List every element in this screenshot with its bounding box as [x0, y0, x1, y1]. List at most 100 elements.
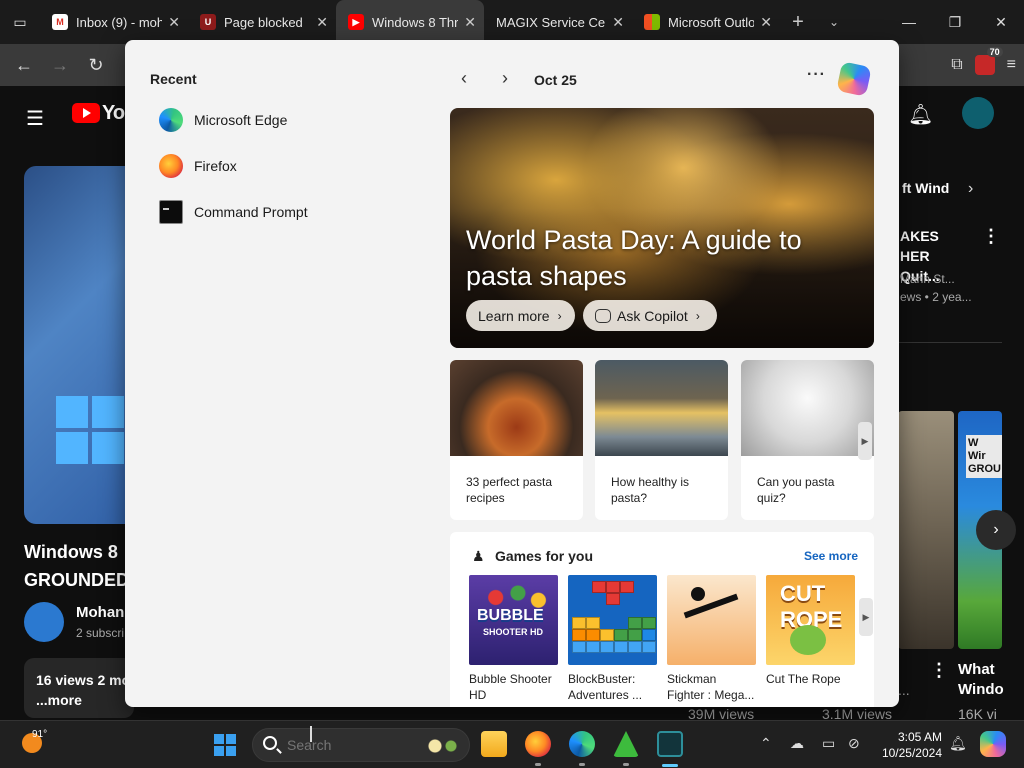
thumbnail-text: W Wir GROU	[966, 435, 1002, 478]
new-tab-button[interactable]: +	[780, 11, 816, 34]
reload-icon[interactable]: ↻	[78, 55, 114, 76]
running-indicator	[535, 763, 541, 766]
copilot-icon[interactable]	[980, 731, 1006, 757]
edge-icon[interactable]	[569, 731, 595, 757]
chat-bubble-icon	[595, 308, 611, 323]
close-icon[interactable]: ✕	[612, 14, 624, 31]
short-thumbnail[interactable]	[898, 411, 954, 649]
card-image	[595, 360, 728, 456]
list-tabs-icon[interactable]: ⌄	[816, 15, 852, 29]
toolbar-extensions: ⧉ 70 ≡	[951, 44, 1016, 86]
widgets-panel: Recent Microsoft Edge Firefox Command Pr…	[125, 40, 899, 707]
game-name: Bubble Shooter HD	[469, 672, 552, 702]
scroll-right-icon[interactable]: ▶	[859, 598, 873, 636]
close-window-icon[interactable]: ✕	[978, 0, 1024, 44]
chevron-right-icon[interactable]: ›	[968, 180, 973, 198]
tab-gmail[interactable]: M Inbox (9) - moha ✕	[40, 0, 188, 44]
tab-magix[interactable]: MAGIX Service Cent ✕	[484, 0, 632, 44]
scroll-right-icon[interactable]: ▶	[858, 422, 872, 460]
restore-icon[interactable]: ❐	[932, 0, 978, 44]
extensions-icon[interactable]: ⧉	[951, 56, 962, 74]
window-controls: — ❐ ✕	[886, 0, 1024, 44]
recent-item-label: Microsoft Edge	[194, 112, 288, 128]
firefox-icon[interactable]	[525, 731, 551, 757]
hero-title[interactable]: World Pasta Day: A guide to pasta shapes	[466, 222, 846, 294]
tab-page-blocked[interactable]: U Page blocked ✕	[188, 0, 336, 44]
ublock-extension-icon[interactable]: 70	[974, 47, 1003, 75]
card-title: 33 perfect pasta recipes	[466, 475, 553, 505]
active-indicator	[662, 764, 678, 767]
youtube-logo-icon[interactable]	[72, 103, 100, 123]
games-section: ♟ Games for you See more BUBBLE SHOOTER …	[450, 532, 874, 707]
android-studio-icon[interactable]	[613, 731, 639, 757]
copilot-icon[interactable]	[836, 61, 872, 97]
search-input[interactable]	[287, 737, 407, 753]
gmail-icon: M	[52, 14, 68, 30]
more-vert-icon[interactable]: ⋮	[982, 226, 1000, 247]
close-icon[interactable]: ✕	[464, 14, 476, 31]
notifications-bell-icon[interactable]: 🔔︎	[949, 735, 967, 752]
more-link[interactable]: ...more	[36, 690, 122, 710]
microsoft-icon	[644, 14, 660, 30]
see-more-link[interactable]: See more	[804, 549, 858, 563]
chevron-right-icon[interactable]: ›	[502, 68, 508, 89]
menu-icon[interactable]: ≡	[1007, 56, 1016, 74]
ellipsis-text: ...	[898, 682, 910, 698]
game-tile[interactable]: Stickman Fighter : Mega...	[667, 575, 756, 703]
recommendation-chip[interactable]: ft Wind	[902, 180, 962, 196]
tab-actions-icon[interactable]: ▭	[0, 0, 40, 44]
file-explorer-icon[interactable]	[481, 731, 507, 757]
chevron-left-icon[interactable]: ‹	[461, 68, 467, 89]
learn-more-button[interactable]: Learn more ›	[466, 300, 575, 331]
display-icon[interactable]: ▭	[822, 735, 835, 752]
avatar[interactable]	[962, 97, 994, 129]
vegas-icon[interactable]	[657, 731, 683, 757]
recent-item-label: Command Prompt	[194, 204, 308, 220]
game-tile[interactable]: BlockBuster: Adventures ...	[568, 575, 657, 703]
news-card[interactable]: 33 perfect pasta recipes	[450, 360, 583, 520]
carousel-next-icon[interactable]: ›	[976, 510, 1016, 550]
close-icon[interactable]: ✕	[760, 14, 772, 31]
clock[interactable]: 3:05 AM 10/25/2024	[878, 729, 942, 761]
back-icon[interactable]: ←	[6, 55, 42, 76]
network-volume-icon[interactable]: ⊘	[848, 735, 860, 752]
minimize-icon[interactable]: —	[886, 0, 932, 44]
close-icon[interactable]: ✕	[316, 14, 328, 31]
running-indicator	[623, 763, 629, 766]
weather-temperature[interactable]: 91°	[32, 729, 47, 740]
short-title[interactable]: What Windo	[958, 660, 1004, 700]
notifications-bell-icon[interactable]: 🔔︎	[908, 102, 933, 127]
hamburger-icon[interactable]: ☰	[26, 106, 44, 131]
game-image	[568, 575, 657, 665]
video-description[interactable]: 16 views 2 mo ...more	[24, 658, 134, 718]
news-card[interactable]: How healthy is pasta?	[595, 360, 728, 520]
tab-youtube[interactable]: ▶ Windows 8 Thro ✕	[336, 0, 484, 44]
channel-avatar[interactable]	[24, 602, 64, 642]
more-options-icon[interactable]: ···	[807, 66, 826, 84]
news-card[interactable]: Can you pasta quiz?	[741, 360, 874, 520]
ask-copilot-button[interactable]: Ask Copilot ›	[583, 300, 717, 331]
clock-date: 10/25/2024	[881, 746, 942, 760]
start-button[interactable]	[214, 734, 236, 756]
more-vert-icon[interactable]: ⋮	[930, 660, 948, 681]
tab-outlook[interactable]: Microsoft Outlo ✕	[632, 0, 780, 44]
recent-item-edge[interactable]: Microsoft Edge	[159, 107, 287, 133]
text-cursor-icon	[310, 726, 312, 742]
recent-item-firefox[interactable]: Firefox	[159, 153, 237, 179]
divider	[898, 342, 1002, 343]
onedrive-icon[interactable]: ☁	[790, 735, 804, 752]
recent-item-command-prompt[interactable]: Command Prompt	[159, 199, 308, 225]
forward-icon[interactable]: →	[42, 55, 78, 76]
recommended-video-meta: Mann St... ews • 2 yea...	[900, 272, 972, 304]
taskbar-search[interactable]	[252, 728, 470, 762]
hero-card[interactable]: World Pasta Day: A guide to pasta shapes…	[450, 108, 874, 348]
views-line: 16 views 2 mo	[36, 672, 131, 688]
game-tile[interactable]: CUT ROPE Cut The Rope	[766, 575, 855, 687]
tab-label: Microsoft Outlo	[668, 14, 755, 30]
tab-label: Page blocked	[224, 14, 303, 30]
game-name: BlockBuster: Adventures ...	[568, 672, 643, 702]
card-image	[741, 360, 874, 456]
game-tile[interactable]: BUBBLE SHOOTER HD Bubble Shooter HD	[469, 575, 558, 703]
show-hidden-icons-icon[interactable]: ⌃	[760, 735, 772, 752]
close-icon[interactable]: ✕	[168, 14, 180, 31]
